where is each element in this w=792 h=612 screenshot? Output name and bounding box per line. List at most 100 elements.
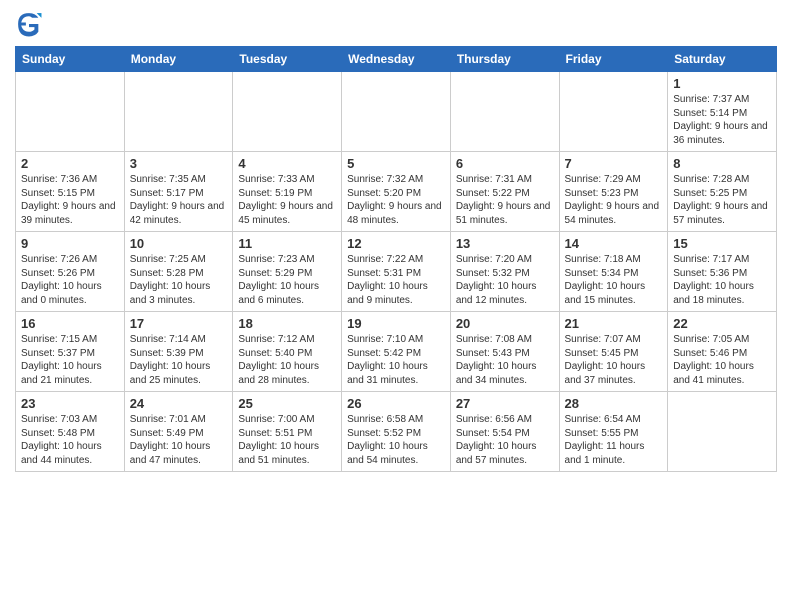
day-number: 7 (565, 156, 663, 171)
calendar-week-3: 9 Sunrise: 7:26 AM Sunset: 5:26 PM Daylig… (16, 232, 777, 312)
calendar-cell: 27 Sunrise: 6:56 AM Sunset: 5:54 PM Dayli… (450, 392, 559, 472)
day-info: Sunrise: 7:33 AM Sunset: 5:19 PM Dayligh… (238, 173, 336, 227)
calendar-cell: 8 Sunrise: 7:28 AM Sunset: 5:25 PM Daylig… (668, 152, 777, 232)
calendar-cell: 13 Sunrise: 7:20 AM Sunset: 5:32 PM Dayli… (450, 232, 559, 312)
calendar-cell: 14 Sunrise: 7:18 AM Sunset: 5:34 PM Dayli… (559, 232, 668, 312)
day-info: Sunrise: 6:54 AM Sunset: 5:55 PM Dayligh… (565, 413, 663, 467)
calendar-cell: 5 Sunrise: 7:32 AM Sunset: 5:20 PM Daylig… (342, 152, 451, 232)
calendar-cell (668, 392, 777, 472)
calendar-cell (16, 72, 125, 152)
day-info: Sunrise: 7:37 AM Sunset: 5:14 PM Dayligh… (673, 93, 771, 147)
calendar-cell: 2 Sunrise: 7:36 AM Sunset: 5:15 PM Daylig… (16, 152, 125, 232)
day-number: 3 (130, 156, 228, 171)
logo-icon (15, 10, 43, 38)
calendar-cell: 26 Sunrise: 6:58 AM Sunset: 5:52 PM Dayli… (342, 392, 451, 472)
calendar-cell: 23Sunrise: 7:03 AM Sunset: 5:48 PM Dayli… (16, 392, 125, 472)
day-number: 2 (21, 156, 119, 171)
day-number: 5 (347, 156, 445, 171)
calendar-cell: 3 Sunrise: 7:35 AM Sunset: 5:17 PM Daylig… (124, 152, 233, 232)
calendar-week-5: 23Sunrise: 7:03 AM Sunset: 5:48 PM Dayli… (16, 392, 777, 472)
calendar-week-4: 16 Sunrise: 7:15 AM Sunset: 5:37 PM Dayli… (16, 312, 777, 392)
calendar-cell: 22 Sunrise: 7:05 AM Sunset: 5:46 PM Dayli… (668, 312, 777, 392)
day-info: Sunrise: 7:05 AM Sunset: 5:46 PM Dayligh… (673, 333, 771, 387)
day-number: 26 (347, 396, 445, 411)
day-info: Sunrise: 7:12 AM Sunset: 5:40 PM Dayligh… (238, 333, 336, 387)
day-info: Sunrise: 7:28 AM Sunset: 5:25 PM Dayligh… (673, 173, 771, 227)
calendar-cell (450, 72, 559, 152)
day-number: 4 (238, 156, 336, 171)
day-number: 8 (673, 156, 771, 171)
day-number: 19 (347, 316, 445, 331)
calendar-cell: 12 Sunrise: 7:22 AM Sunset: 5:31 PM Dayli… (342, 232, 451, 312)
day-info: Sunrise: 6:58 AM Sunset: 5:52 PM Dayligh… (347, 413, 445, 467)
day-number: 13 (456, 236, 554, 251)
day-info: Sunrise: 7:15 AM Sunset: 5:37 PM Dayligh… (21, 333, 119, 387)
page: SundayMondayTuesdayWednesdayThursdayFrid… (0, 0, 792, 487)
day-info: Sunrise: 7:23 AM Sunset: 5:29 PM Dayligh… (238, 253, 336, 307)
day-info: Sunrise: 7:00 AM Sunset: 5:51 PM Dayligh… (238, 413, 336, 467)
calendar-cell: 1 Sunrise: 7:37 AM Sunset: 5:14 PM Daylig… (668, 72, 777, 152)
day-info: Sunrise: 7:07 AM Sunset: 5:45 PM Dayligh… (565, 333, 663, 387)
day-number: 12 (347, 236, 445, 251)
calendar-cell: 18 Sunrise: 7:12 AM Sunset: 5:40 PM Dayli… (233, 312, 342, 392)
day-info: Sunrise: 7:18 AM Sunset: 5:34 PM Dayligh… (565, 253, 663, 307)
calendar-cell (124, 72, 233, 152)
day-info: Sunrise: 7:36 AM Sunset: 5:15 PM Dayligh… (21, 173, 119, 227)
calendar-cell: 15 Sunrise: 7:17 AM Sunset: 5:36 PM Dayli… (668, 232, 777, 312)
calendar-header-row: SundayMondayTuesdayWednesdayThursdayFrid… (16, 47, 777, 72)
day-number: 18 (238, 316, 336, 331)
day-number: 22 (673, 316, 771, 331)
calendar-cell: 7 Sunrise: 7:29 AM Sunset: 5:23 PM Daylig… (559, 152, 668, 232)
day-number: 20 (456, 316, 554, 331)
calendar-cell (342, 72, 451, 152)
calendar-cell: 28 Sunrise: 6:54 AM Sunset: 5:55 PM Dayli… (559, 392, 668, 472)
day-number: 1 (673, 76, 771, 91)
day-number: 16 (21, 316, 119, 331)
day-number: 27 (456, 396, 554, 411)
col-header-monday: Monday (124, 47, 233, 72)
day-info: Sunrise: 7:20 AM Sunset: 5:32 PM Dayligh… (456, 253, 554, 307)
day-number: 15 (673, 236, 771, 251)
day-number: 17 (130, 316, 228, 331)
day-info: Sunrise: 7:08 AM Sunset: 5:43 PM Dayligh… (456, 333, 554, 387)
col-header-friday: Friday (559, 47, 668, 72)
day-number: 11 (238, 236, 336, 251)
calendar-cell: 9 Sunrise: 7:26 AM Sunset: 5:26 PM Daylig… (16, 232, 125, 312)
day-number: 14 (565, 236, 663, 251)
day-number: 24 (130, 396, 228, 411)
day-info: Sunrise: 7:26 AM Sunset: 5:26 PM Dayligh… (21, 253, 119, 307)
day-info: Sunrise: 7:29 AM Sunset: 5:23 PM Dayligh… (565, 173, 663, 227)
calendar-cell: 21 Sunrise: 7:07 AM Sunset: 5:45 PM Dayli… (559, 312, 668, 392)
calendar-cell: 17 Sunrise: 7:14 AM Sunset: 5:39 PM Dayli… (124, 312, 233, 392)
calendar-table: SundayMondayTuesdayWednesdayThursdayFrid… (15, 46, 777, 472)
calendar-cell: 6 Sunrise: 7:31 AM Sunset: 5:22 PM Daylig… (450, 152, 559, 232)
day-info: Sunrise: 7:14 AM Sunset: 5:39 PM Dayligh… (130, 333, 228, 387)
calendar-cell: 11 Sunrise: 7:23 AM Sunset: 5:29 PM Dayli… (233, 232, 342, 312)
day-info: Sunrise: 7:22 AM Sunset: 5:31 PM Dayligh… (347, 253, 445, 307)
col-header-sunday: Sunday (16, 47, 125, 72)
calendar-cell: 20 Sunrise: 7:08 AM Sunset: 5:43 PM Dayli… (450, 312, 559, 392)
day-number: 25 (238, 396, 336, 411)
calendar-cell: 25 Sunrise: 7:00 AM Sunset: 5:51 PM Dayli… (233, 392, 342, 472)
day-number: 21 (565, 316, 663, 331)
day-number: 23 (21, 396, 119, 411)
day-info: Sunrise: 7:10 AM Sunset: 5:42 PM Dayligh… (347, 333, 445, 387)
day-info: Sunrise: 7:32 AM Sunset: 5:20 PM Dayligh… (347, 173, 445, 227)
col-header-wednesday: Wednesday (342, 47, 451, 72)
day-number: 28 (565, 396, 663, 411)
day-info: Sunrise: 7:31 AM Sunset: 5:22 PM Dayligh… (456, 173, 554, 227)
calendar-cell (559, 72, 668, 152)
logo (15, 10, 47, 38)
calendar-cell (233, 72, 342, 152)
day-info: Sunrise: 6:56 AM Sunset: 5:54 PM Dayligh… (456, 413, 554, 467)
col-header-thursday: Thursday (450, 47, 559, 72)
col-header-tuesday: Tuesday (233, 47, 342, 72)
day-info: Sunrise: 7:01 AM Sunset: 5:49 PM Dayligh… (130, 413, 228, 467)
day-number: 6 (456, 156, 554, 171)
day-info: Sunrise: 7:17 AM Sunset: 5:36 PM Dayligh… (673, 253, 771, 307)
calendar-cell: 4 Sunrise: 7:33 AM Sunset: 5:19 PM Daylig… (233, 152, 342, 232)
calendar-cell: 24 Sunrise: 7:01 AM Sunset: 5:49 PM Dayli… (124, 392, 233, 472)
day-number: 9 (21, 236, 119, 251)
calendar-week-1: 1 Sunrise: 7:37 AM Sunset: 5:14 PM Daylig… (16, 72, 777, 152)
day-info: Sunrise: 7:35 AM Sunset: 5:17 PM Dayligh… (130, 173, 228, 227)
